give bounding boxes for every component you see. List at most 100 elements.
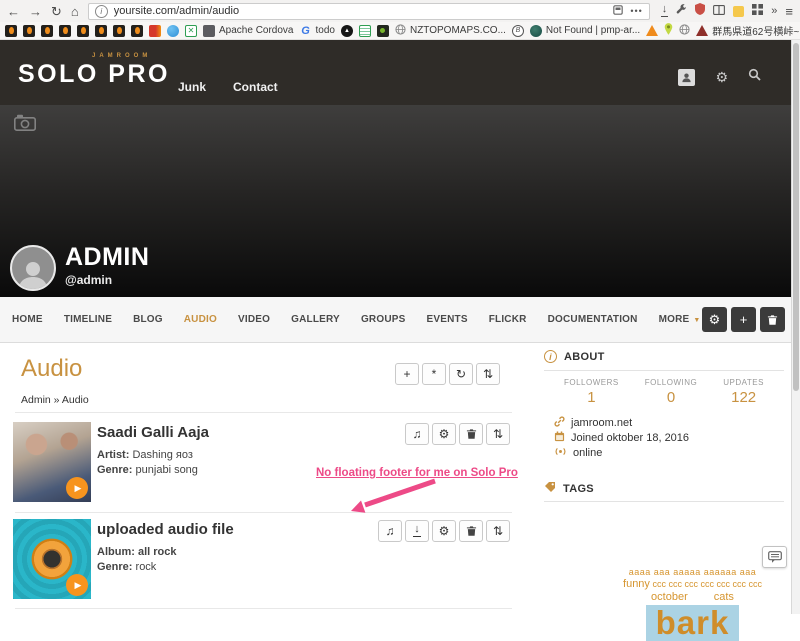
filter-button[interactable]: ⇅	[476, 363, 500, 385]
audio-thumbnail[interactable]: ▶	[13, 519, 91, 599]
tag-cats[interactable]: cats	[714, 591, 734, 603]
avatar[interactable]	[10, 245, 56, 291]
tag-ccc[interactable]: ccc ccc ccc ccc ccc ccc ccc	[652, 579, 762, 589]
featured-button[interactable]: *	[422, 363, 446, 385]
add-audio-button[interactable]: +	[395, 363, 419, 385]
profile-banner: ADMIN @admin	[0, 105, 791, 297]
bookmark-item[interactable]: B	[512, 25, 524, 37]
tab-events[interactable]: EVENTS	[426, 314, 467, 325]
site-nav-contact[interactable]: Contact	[233, 80, 278, 94]
stat-followers[interactable]: FOLLOWERS 1	[564, 378, 619, 406]
profile-button[interactable]	[678, 69, 695, 86]
search-icon[interactable]	[748, 68, 761, 86]
bookmark-item[interactable]	[167, 25, 179, 37]
bookmark-item[interactable]	[23, 25, 35, 37]
bookmark-item[interactable]	[664, 23, 673, 38]
sidebar-panes-icon[interactable]	[713, 2, 725, 20]
tab-home[interactable]: HOME	[12, 314, 43, 325]
item-delete-button[interactable]	[459, 520, 483, 542]
url-text[interactable]: yoursite.com/admin/audio	[114, 5, 608, 17]
item-settings-button[interactable]: ⚙	[432, 423, 456, 445]
home-icon[interactable]: ⌂	[71, 5, 79, 18]
scrollbar-thumb[interactable]	[793, 43, 799, 391]
bookmark-item-apache-cordova[interactable]: Apache Cordova	[203, 25, 294, 37]
tab-more[interactable]: MORE▼	[659, 314, 701, 325]
camera-icon[interactable]	[14, 114, 36, 136]
tag-october[interactable]: october	[651, 591, 688, 603]
site-info-icon[interactable]: i	[95, 5, 108, 18]
tab-blog[interactable]: BLOG	[133, 314, 163, 325]
breadcrumb[interactable]: Admin » Audio	[21, 394, 89, 406]
item-filter-button[interactable]: ⇅	[486, 423, 510, 445]
bookmark-item-japan-road[interactable]: 群馬県道62号横峠~...	[696, 23, 800, 38]
stat-following[interactable]: FOLLOWING 0	[645, 378, 698, 406]
audio-thumbnail[interactable]: ▶	[13, 422, 91, 502]
bookmark-item[interactable]	[113, 25, 125, 37]
black-circle-arrow-icon: ▲	[341, 25, 353, 37]
item-filter-button[interactable]: ⇅	[486, 520, 510, 542]
back-icon[interactable]: ←	[7, 5, 20, 18]
bookmark-item[interactable]	[679, 24, 690, 38]
audio-item-title[interactable]: uploaded audio file	[97, 521, 234, 538]
notes-addon-icon[interactable]	[733, 6, 744, 17]
tab-documentation[interactable]: DOCUMENTATION	[548, 314, 638, 325]
audio-item-title[interactable]: Saadi Galli Aaja	[97, 424, 209, 441]
grid-addon-icon[interactable]	[752, 2, 763, 20]
url-bar[interactable]: i yoursite.com/admin/audio •••	[88, 3, 650, 20]
reload-icon[interactable]: ↻	[51, 5, 62, 18]
flame-bookmark-icon	[5, 25, 17, 37]
settings-gear-icon[interactable]: ⚙	[715, 70, 728, 84]
play-audio-button[interactable]: ♫	[378, 520, 402, 542]
bookmark-item[interactable]	[359, 25, 371, 37]
camera-lens-bookmark-icon	[377, 25, 389, 37]
site-logo[interactable]: JAMROOM SOLO PRO	[18, 53, 170, 87]
bookmark-item[interactable]	[95, 25, 107, 37]
shield-icon[interactable]	[695, 2, 705, 20]
bookmark-item[interactable]	[77, 25, 89, 37]
tab-groups[interactable]: GROUPS	[361, 314, 406, 325]
profile-add-button[interactable]: +	[731, 307, 756, 332]
bookmark-item[interactable]: ✕	[185, 25, 197, 37]
profile-delete-button[interactable]	[760, 307, 785, 332]
refresh-button[interactable]: ↻	[449, 363, 473, 385]
tag-line[interactable]: aaaa aaa aaaaa aaaaaa aaa	[595, 567, 790, 578]
bookmark-item[interactable]	[377, 25, 389, 37]
bookmark-item[interactable]: ▲	[341, 25, 353, 37]
bookmark-item-not-found[interactable]: Not Found | pmp-ar...	[530, 25, 640, 37]
bookmark-item[interactable]	[5, 25, 17, 37]
tab-video[interactable]: VIDEO	[238, 314, 270, 325]
wrench-icon[interactable]	[676, 2, 687, 20]
bookmark-item[interactable]	[41, 25, 53, 37]
forward-icon[interactable]: →	[29, 5, 42, 18]
bookmark-item[interactable]	[149, 25, 161, 37]
play-button[interactable]: ▶	[66, 477, 88, 499]
play-audio-button[interactable]: ♫	[405, 423, 429, 445]
item-settings-button[interactable]: ⚙	[432, 520, 456, 542]
bookmark-item-nztopomaps[interactable]: NZTOPOMAPS.CO...	[395, 24, 506, 38]
tab-timeline[interactable]: TIMELINE	[64, 314, 112, 325]
bookmark-item-todo[interactable]: G todo	[300, 25, 335, 37]
bookmark-item[interactable]	[131, 25, 143, 37]
tab-gallery[interactable]: GALLERY	[291, 314, 340, 325]
tab-audio[interactable]: AUDIO	[184, 314, 217, 325]
download-audio-button[interactable]: ↓	[405, 520, 429, 542]
menu-icon[interactable]: ≡	[785, 5, 793, 18]
profile-settings-button[interactable]: ⚙	[702, 307, 727, 332]
downloads-icon[interactable]: ↓	[661, 5, 669, 17]
page-scrollbar[interactable]	[791, 40, 800, 614]
page-action-icon[interactable]	[613, 5, 623, 18]
feedback-chat-button[interactable]	[762, 546, 787, 568]
blue-circle-bookmark-icon	[167, 25, 179, 37]
page-actions-menu-icon[interactable]: •••	[630, 6, 642, 16]
item-delete-button[interactable]	[459, 423, 483, 445]
bookmark-item[interactable]	[59, 25, 71, 37]
stat-updates[interactable]: UPDATES 122	[723, 378, 764, 406]
website-link[interactable]: jamroom.net	[554, 415, 689, 430]
site-nav-junk[interactable]: Junk	[178, 80, 206, 94]
toolbar-overflow-icon[interactable]: »	[771, 6, 777, 17]
tab-flickr[interactable]: FLICKR	[489, 314, 527, 325]
tag-funny[interactable]: funny	[623, 578, 650, 590]
tag-bark[interactable]: bark	[646, 605, 740, 641]
bookmark-item[interactable]	[646, 25, 658, 36]
play-button[interactable]: ▶	[66, 574, 88, 596]
